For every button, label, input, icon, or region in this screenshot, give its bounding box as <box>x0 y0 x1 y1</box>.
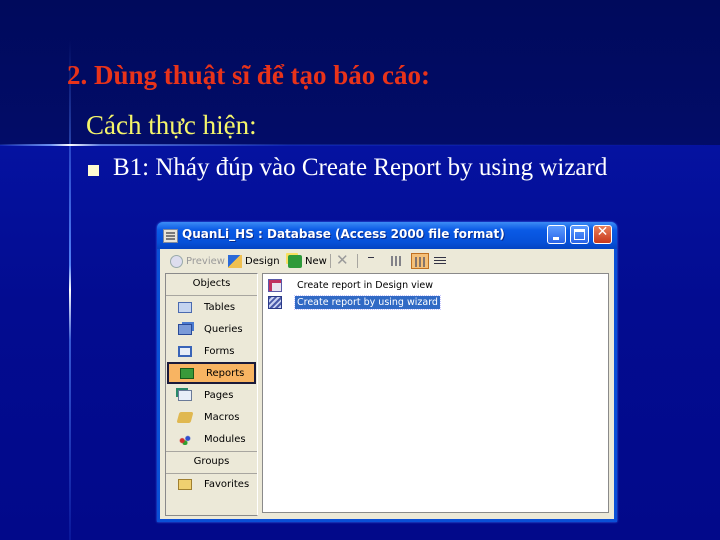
details-icon <box>434 257 446 258</box>
window-title: QuanLi_HS : Database (Access 2000 file f… <box>182 227 505 241</box>
objects-bar: Objects Tables Queries Forms Reports Pag… <box>165 273 258 516</box>
delete-icon[interactable]: ✕ <box>336 251 349 269</box>
maximize-icon <box>574 229 585 240</box>
close-icon: ✕ <box>596 224 609 240</box>
list-icon <box>415 257 427 267</box>
group-favorites[interactable]: Favorites <box>167 473 256 495</box>
wizard-icon <box>268 295 282 309</box>
slide-title: 2. Dùng thuật sĩ để tạo báo cáo: <box>67 60 431 90</box>
object-label: Queries <box>204 323 243 335</box>
small-icons-icon <box>391 256 403 266</box>
design-icon <box>228 254 242 268</box>
object-tables[interactable]: Tables <box>167 296 256 318</box>
object-label: Tables <box>204 301 236 313</box>
form-icon <box>178 345 192 357</box>
list-item-wizard[interactable]: Create report by using wizard <box>268 294 441 310</box>
preview-button[interactable]: Preview <box>170 252 225 270</box>
square-bullet-icon <box>88 164 99 176</box>
new-icon <box>288 254 302 268</box>
objects-header[interactable]: Objects <box>166 274 257 296</box>
slide-subtitle: Cách thực hiện: <box>86 110 257 140</box>
large-icons-icon <box>368 257 374 258</box>
decorative-cross-horizontal <box>0 144 720 146</box>
design-button[interactable]: Design <box>228 252 280 270</box>
preview-label: Preview <box>186 255 225 267</box>
object-list-pane: Create report in Design view Create repo… <box>262 273 609 513</box>
object-modules[interactable]: Modules <box>167 428 256 450</box>
access-database-window: QuanLi_HS : Database (Access 2000 file f… <box>157 222 617 522</box>
minimize-icon <box>553 237 559 240</box>
design-label: Design <box>245 255 280 267</box>
table-icon <box>178 301 192 313</box>
query-icon <box>178 323 192 335</box>
window-client-area: Preview Design New ✕ Objects Tables Quer… <box>160 249 614 519</box>
list-view-button[interactable] <box>411 253 429 269</box>
bullet-text: B1: Nháy đúp vào Create Report by using … <box>113 154 608 181</box>
object-label: Reports <box>206 367 245 379</box>
new-label: New <box>305 255 327 267</box>
object-pages[interactable]: Pages <box>167 384 256 406</box>
group-label: Favorites <box>204 478 250 490</box>
small-icons-view-button[interactable] <box>388 253 406 269</box>
minimize-button[interactable] <box>547 225 566 244</box>
preview-icon <box>170 254 183 268</box>
list-item-label: Create report in Design view <box>297 279 433 291</box>
bullet-item: B1: Nháy đúp vào Create Report by using … <box>88 154 607 182</box>
object-queries[interactable]: Queries <box>167 318 256 340</box>
details-view-button[interactable] <box>431 253 449 269</box>
favorites-folder-icon <box>178 478 192 490</box>
module-icon <box>178 433 192 445</box>
close-button[interactable]: ✕ <box>593 224 612 244</box>
window-titlebar[interactable]: QuanLi_HS : Database (Access 2000 file f… <box>157 222 617 249</box>
maximize-button[interactable] <box>570 225 589 244</box>
object-label: Forms <box>204 345 235 357</box>
new-button[interactable]: New <box>288 252 327 270</box>
list-item-design-view[interactable]: Create report in Design view <box>268 277 435 293</box>
object-reports[interactable]: Reports <box>167 362 256 384</box>
object-forms[interactable]: Forms <box>167 340 256 362</box>
object-label: Macros <box>204 411 240 423</box>
toolbar: Preview Design New ✕ <box>160 249 614 273</box>
object-label: Pages <box>204 389 234 401</box>
database-window-icon[interactable] <box>163 229 178 243</box>
design-view-icon <box>268 278 282 292</box>
toolbar-separator <box>330 254 331 268</box>
list-item-label: Create report by using wizard <box>294 294 441 310</box>
macro-icon <box>176 411 194 423</box>
report-icon <box>180 367 194 379</box>
object-macros[interactable]: Macros <box>167 406 256 428</box>
groups-header[interactable]: Groups <box>166 451 257 474</box>
page-icon <box>178 389 192 401</box>
toolbar-separator <box>357 254 358 268</box>
large-icons-view-button[interactable] <box>365 253 383 269</box>
object-label: Modules <box>204 433 246 445</box>
decorative-cross-vertical <box>69 40 71 540</box>
